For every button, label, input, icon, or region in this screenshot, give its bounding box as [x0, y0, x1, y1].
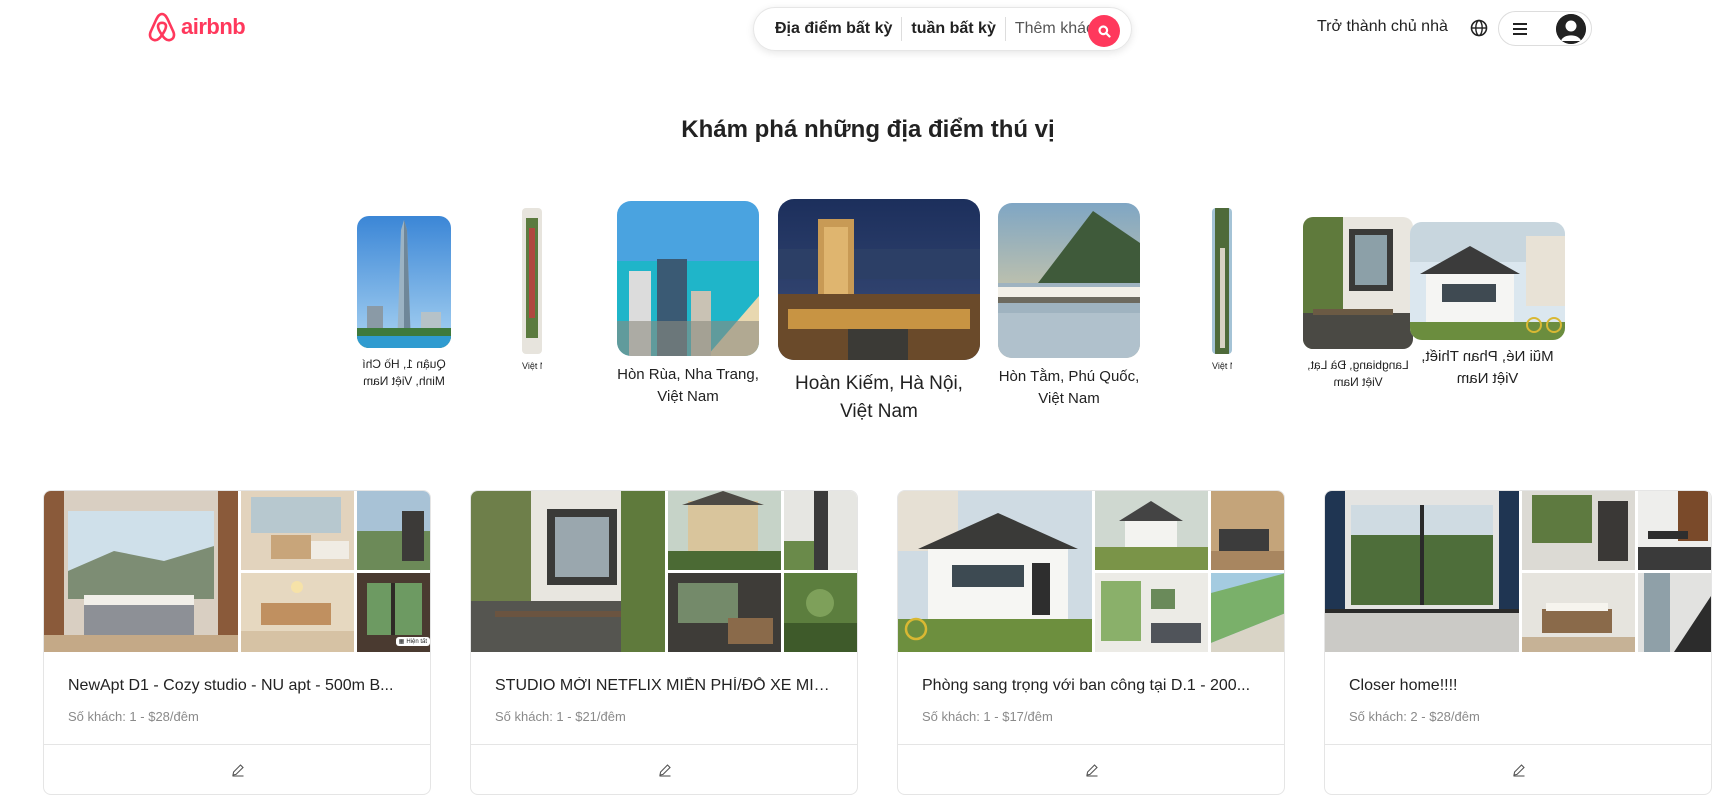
listing-photo[interactable]	[1095, 573, 1208, 652]
destination-label: Quận 1, Hồ Chí Minh, Việt Nam	[362, 357, 446, 389]
listing-photo[interactable]	[784, 573, 857, 652]
destination-card[interactable]: Việt Nam	[1212, 208, 1232, 373]
destination-image	[998, 203, 1140, 358]
menu-icon	[1513, 22, 1527, 35]
listing-photo[interactable]	[1522, 573, 1635, 652]
destination-image	[778, 199, 980, 360]
destination-card[interactable]: Quận 1, Hồ Chí Minh, Việt Nam	[357, 216, 451, 391]
listing-photo[interactable]	[784, 491, 857, 570]
listing-card[interactable]: Closer home!!!! Số khách: 2 - $28/đêm	[1324, 490, 1712, 795]
destination-label: Langbiang, Đà Lạt, Việt Nam	[1307, 358, 1409, 390]
listing-title[interactable]: NewApt D1 - Cozy studio - NU apt - 500m …	[68, 677, 408, 695]
listing-photo[interactable]	[668, 491, 781, 570]
listing-title[interactable]: Phòng sang trọng với ban công tại D.1 - …	[922, 677, 1262, 695]
destination-card[interactable]: Hòn Rùa, Nha Trang, Việt Nam	[617, 201, 759, 408]
listing-photo[interactable]	[1638, 573, 1711, 652]
listing-footer	[898, 744, 1284, 794]
destination-label: Việt Nam	[1212, 361, 1232, 371]
destination-card[interactable]: Hòn Tằm, Phú Quốc, Việt Nam	[998, 203, 1140, 410]
listing-photo[interactable]	[241, 573, 354, 652]
listing-photo[interactable]	[898, 491, 1092, 652]
listing-photo[interactable]	[1638, 491, 1711, 570]
listing-footer	[1325, 744, 1711, 794]
listing-gallery[interactable]	[898, 491, 1284, 652]
listing-title[interactable]: Closer home!!!!	[1349, 677, 1689, 695]
listing-photo[interactable]	[1522, 491, 1635, 570]
listing-photo[interactable]	[1211, 573, 1284, 652]
search-button[interactable]	[1088, 15, 1120, 47]
grid-icon: ▦	[398, 639, 405, 645]
show-all-label: Hiện tất	[406, 638, 427, 645]
destination-image	[1212, 208, 1232, 354]
listing-photo[interactable]	[241, 491, 354, 570]
destination-label: Mũi Né, Phan Thiết, Việt Nam	[1421, 348, 1554, 387]
listing-photo[interactable]	[44, 491, 238, 652]
destination-image	[617, 201, 759, 356]
listing-meta: Số khách: 2 - $28/đêm	[1349, 709, 1480, 724]
destination-image	[357, 216, 451, 348]
destination-card[interactable]: Hoàn Kiếm, Hà Nội, Việt Nam	[778, 199, 980, 425]
listing-photo[interactable]	[471, 491, 665, 652]
search-location[interactable]: Địa điểm bất kỳ	[766, 20, 901, 38]
listing-footer	[44, 744, 430, 794]
explore-title: Khám phá những địa điểm thú vị	[681, 116, 1055, 143]
listing-photo[interactable]	[357, 491, 430, 570]
listing-photo[interactable]	[1095, 491, 1208, 570]
destination-label: Hoàn Kiếm, Hà Nội, Việt Nam	[795, 373, 963, 422]
destination-image	[1410, 222, 1565, 340]
edit-icon[interactable]	[658, 763, 672, 777]
listing-gallery[interactable]	[471, 491, 857, 652]
destination-label: Việt Nam	[522, 361, 542, 371]
listing-footer	[471, 744, 857, 794]
destination-card[interactable]: Mũi Né, Phan Thiết, Việt Nam	[1410, 222, 1565, 390]
listing-title[interactable]: STUDIO MỚI NETFLIX MIỄN PHÍ/ĐỖ XE MIỄ...	[495, 677, 835, 695]
listing-meta: Số khách: 1 - $21/đêm	[495, 709, 626, 724]
listing-gallery[interactable]	[1325, 491, 1711, 652]
edit-icon[interactable]	[231, 763, 245, 777]
airbnb-logo-icon	[148, 12, 176, 42]
listing-meta: Số khách: 1 - $17/đêm	[922, 709, 1053, 724]
airbnb-logo[interactable]: airbnb	[147, 11, 246, 43]
search-week[interactable]: tuần bất kỳ	[902, 20, 1004, 38]
listing-photo[interactable]: ▦ Hiện tất	[357, 573, 430, 652]
listing-photo[interactable]	[668, 573, 781, 652]
become-host-link[interactable]: Trở thành chủ nhà	[1317, 18, 1448, 36]
user-menu-button[interactable]	[1498, 11, 1592, 46]
destination-card[interactable]: Langbiang, Đà Lạt, Việt Nam	[1303, 217, 1413, 392]
listing-gallery[interactable]: ▦ Hiện tất	[44, 491, 430, 652]
listing-card[interactable]: STUDIO MỚI NETFLIX MIỄN PHÍ/ĐỖ XE MIỄ...…	[470, 490, 858, 795]
destination-card[interactable]: Việt Nam	[522, 208, 542, 373]
logo-text: airbnb	[181, 14, 246, 39]
show-all-photos-button[interactable]: ▦ Hiện tất	[395, 637, 430, 646]
search-bar[interactable]: Địa điểm bất kỳ tuần bất kỳ Thêm khách	[753, 7, 1132, 51]
listing-meta: Số khách: 1 - $28/đêm	[68, 709, 199, 724]
user-avatar-icon	[1556, 13, 1586, 44]
listing-photo[interactable]	[1211, 491, 1284, 570]
globe-icon[interactable]	[1469, 18, 1489, 38]
destination-label: Hòn Tằm, Phú Quốc, Việt Nam	[998, 368, 1140, 407]
listing-card[interactable]: Phòng sang trọng với ban công tại D.1 - …	[897, 490, 1285, 795]
destination-image	[1303, 217, 1413, 349]
destination-image	[522, 208, 542, 354]
listing-photo[interactable]	[1325, 491, 1519, 652]
top-navbar: airbnb Địa điểm bất kỳ tuần bất kỳ Thêm …	[0, 0, 1736, 58]
search-icon	[1097, 24, 1111, 38]
edit-icon[interactable]	[1085, 763, 1099, 777]
listing-card[interactable]: ▦ Hiện tất NewApt D1 - Cozy studio - NU …	[43, 490, 431, 795]
destination-label: Hòn Rùa, Nha Trang, Việt Nam	[617, 366, 759, 405]
edit-icon[interactable]	[1512, 763, 1526, 777]
